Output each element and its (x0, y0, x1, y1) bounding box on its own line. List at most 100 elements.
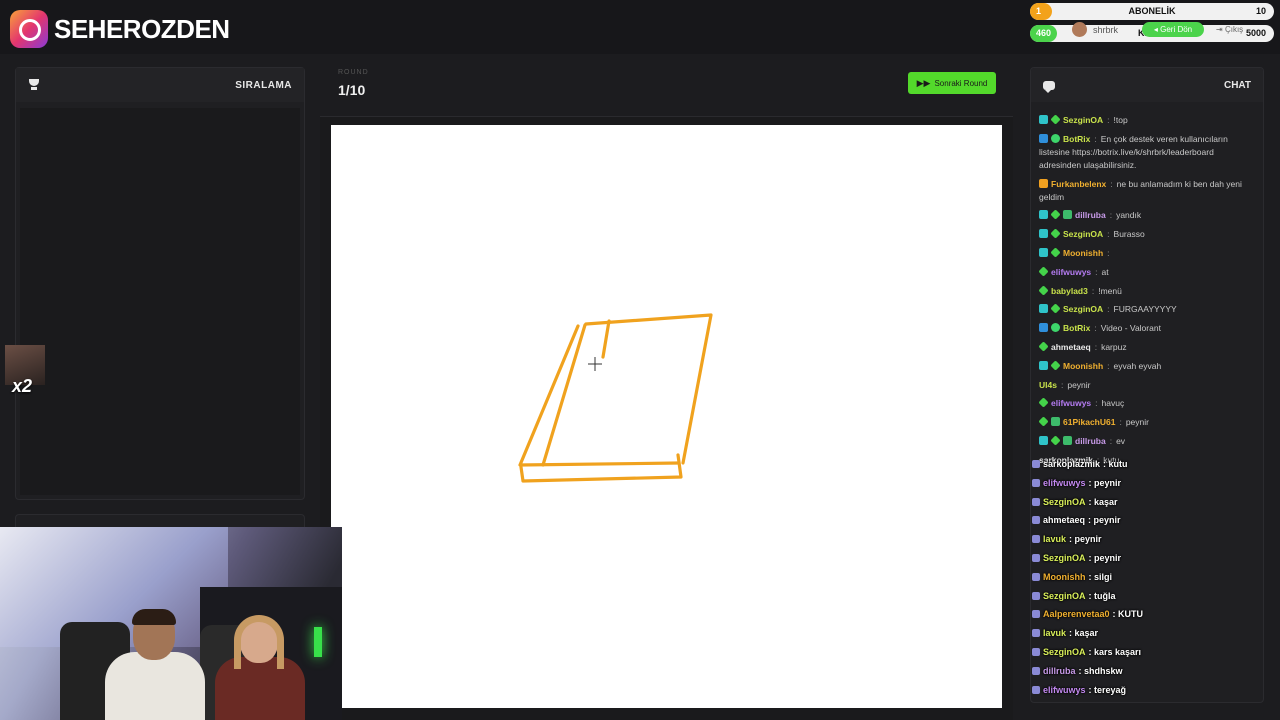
chat-separator: : (1109, 435, 1113, 446)
chat-message: 61PikachU61: peynir (1038, 416, 1257, 429)
subscriber-badge-icon (1038, 341, 1049, 352)
drawing-canvas[interactable] (331, 125, 1002, 708)
subscription-goal-bar: 1 ABONELİK 10 (1030, 3, 1274, 20)
green-lamp (314, 627, 322, 657)
chat-message: Ul4s: peynir (1039, 379, 1257, 392)
chat-username[interactable]: SezginOA (1063, 304, 1103, 314)
subscriber-badge-icon (1050, 303, 1061, 314)
moderator-badge-icon (1039, 115, 1048, 124)
chat-username[interactable]: SezginOA (1063, 115, 1103, 125)
chat-message: Furkanbelenx: ne bu anlamadım ki ben dah … (1039, 178, 1257, 204)
streamer-left (105, 652, 205, 720)
chat-username[interactable]: ahmetaeq (1051, 342, 1091, 352)
overlay-text: tereyağ (1094, 684, 1127, 695)
chat-separator: : (1095, 398, 1098, 409)
overlay-badge-icon (1032, 666, 1040, 675)
bot-badge-icon (1039, 323, 1048, 333)
webcam-overlay (0, 527, 342, 720)
chat-text: FURGAAYYYYY (1113, 304, 1177, 315)
chat-separator: : (1094, 323, 1097, 334)
chat-username[interactable]: elifwuwys (1051, 267, 1091, 277)
chat-text: Video - Valorant (1100, 323, 1161, 334)
brand-logo: SEHEROZDEN (10, 10, 230, 48)
overlay-badge-icon (1032, 647, 1040, 656)
overlay-chat-line: sarkoplazmik: kutu (1032, 455, 1232, 474)
leaderboard-header: SIRALAMA (16, 68, 304, 102)
moderator-badge-icon (1039, 247, 1048, 257)
chat-bubble-icon (1043, 80, 1055, 93)
chat-text: ev (1116, 435, 1126, 446)
chat-username[interactable]: SezginOA (1063, 229, 1103, 239)
chat-message: BotRix: En çok destek veren kullanıcıları… (1039, 133, 1257, 172)
drawing-stroke (601, 319, 611, 359)
chat-text: peynir (1067, 379, 1091, 390)
overlay-badge-icon (1032, 535, 1040, 544)
verified-badge-icon (1051, 323, 1060, 333)
score-multiplier: x2 (12, 376, 33, 396)
crosshair-cursor-icon (588, 357, 602, 371)
overlay-text: peynir (1094, 477, 1122, 488)
chat-username[interactable]: Furkanbelenx (1051, 179, 1106, 189)
chat-username[interactable]: BotRix (1063, 134, 1090, 144)
leaderboard-panel: SIRALAMA (15, 67, 305, 500)
overlay-badge-icon (1032, 685, 1040, 694)
chat-username[interactable]: Moonishh (1063, 248, 1103, 258)
subscriber-badge-icon (1050, 360, 1061, 371)
overlay-badge-icon (1032, 497, 1040, 506)
overlay-badge-icon (1032, 629, 1040, 638)
overlay-text: tuğla (1094, 590, 1116, 601)
overlay-username: lavuk (1043, 534, 1067, 545)
overlay-chat-line: lavuk: peynir (1032, 530, 1232, 549)
streamer-right-hair (234, 615, 284, 669)
chat-separator: : (1107, 229, 1110, 240)
chat-message: ahmetaeq: karpuz (1038, 341, 1257, 354)
chat-username[interactable]: elifwuwys (1051, 398, 1091, 408)
chat-message: SezginOA: FURGAAYYYYY (1039, 303, 1257, 316)
top-bar: SEHEROZDEN 1 ABONELİK 10 460 KICKS 5000 … (0, 0, 1280, 54)
overlay-text: kaşar (1074, 628, 1099, 639)
chat-separator: : (1119, 417, 1122, 428)
overlay-chat-line: SezginOA: kars kaşarı (1032, 643, 1232, 662)
overlay-chat-line: SezginOA: kaşar (1032, 493, 1232, 512)
next-round-label: Sonraki Round (934, 78, 988, 88)
chat-separator: : (1060, 379, 1064, 390)
overlay-text: peynir (1074, 534, 1102, 545)
overlay-username: dillruba (1043, 665, 1076, 676)
trophy-icon (28, 79, 40, 91)
chat-separator: : (1095, 266, 1098, 277)
subscriber-badge-icon (1050, 435, 1061, 446)
chat-username[interactable]: Moonishh (1063, 361, 1103, 371)
back-button[interactable]: ◂ Geri Dön (1142, 22, 1204, 37)
chat-text: Burasso (1113, 229, 1145, 240)
overlay-badge-icon (1032, 478, 1040, 487)
chat-message: Moonishh: eyvah eyvah (1039, 360, 1257, 373)
chat-message: elifwuwys: at (1038, 266, 1257, 279)
chat-username[interactable]: dillruba (1075, 210, 1106, 220)
subscriber-badge-icon (1038, 266, 1049, 277)
chat-text: havuç (1101, 398, 1125, 409)
chat-username[interactable]: babylad3 (1051, 286, 1088, 296)
subscription-title: ABONELİK (1128, 6, 1176, 16)
overlay-username: elifwuwys (1043, 684, 1086, 695)
chat-text: !top (1113, 115, 1128, 125)
overlay-chat-line: dillruba: shdhskw (1032, 662, 1232, 681)
back-button-label: Geri Dön (1160, 25, 1193, 34)
overlay-chat-line: Moonishh: silgi (1032, 568, 1232, 587)
next-round-button[interactable]: ▶▶ Sonraki Round (908, 72, 996, 94)
overlay-text: shdhskw (1084, 665, 1123, 676)
chat-message: dillruba: yandık (1039, 209, 1257, 222)
exit-button[interactable]: ⇥ Çıkış (1216, 22, 1243, 37)
goal-hud: 1 ABONELİK 10 460 KICKS 5000 shrbrk ◂ Ge… (1030, 3, 1274, 47)
chat-text: karpuz (1101, 341, 1127, 352)
overlay-username: SezginOA (1043, 646, 1086, 657)
chat-separator: : (1094, 341, 1098, 352)
chat-username[interactable]: dillruba (1075, 436, 1106, 446)
chat-username[interactable]: BotRix (1063, 323, 1090, 333)
chat-separator: : (1110, 178, 1113, 189)
chat-title: CHAT (1223, 79, 1251, 91)
subscriber-badge-icon (1038, 397, 1049, 408)
overlay-badge-icon (1032, 460, 1040, 468)
chat-username[interactable]: Ul4s (1039, 380, 1057, 390)
overlay-badge-icon (1032, 591, 1040, 600)
chat-username[interactable]: 61PikachU61 (1063, 417, 1115, 427)
